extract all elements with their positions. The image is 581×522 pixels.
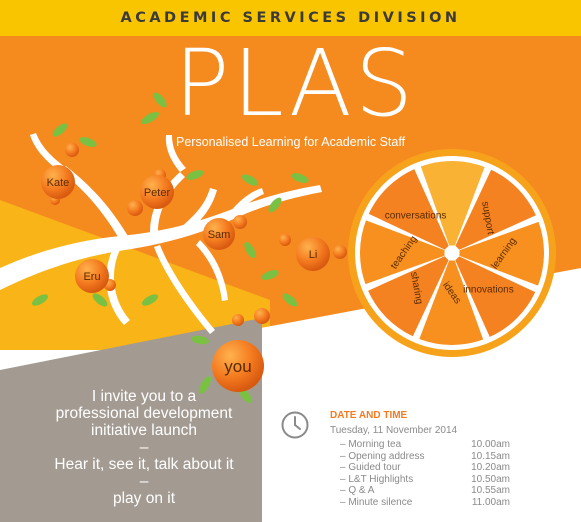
schedule-row: Guided tour 10.20am	[340, 462, 510, 474]
event-date: Tuesday, 11 November 2014	[330, 425, 458, 436]
schedule-item: Q & A	[340, 485, 374, 497]
schedule-time: 10.15am	[471, 450, 510, 462]
label-sam: Sam	[208, 229, 231, 241]
label-kate: Kate	[47, 177, 70, 189]
invite-line-3: initiative launch	[91, 422, 197, 439]
fruit-li: Li	[296, 237, 330, 271]
schedule-item: Morning tea	[340, 439, 401, 451]
schedule-item: Opening address	[340, 451, 424, 463]
date-time-heading: DATE AND TIME	[330, 410, 408, 421]
schedule-row: Q & A 10.55am	[340, 485, 510, 497]
poster: conversations support learning innovations i…	[0, 0, 581, 522]
clock-icon	[281, 411, 309, 439]
fruit-sam: Sam	[203, 218, 235, 250]
schedule-time: 10.00am	[471, 439, 510, 450]
schedule-item: Minute silence	[340, 497, 412, 509]
label-li: Li	[309, 249, 318, 261]
schedule-row: Minute silence 11.00am	[340, 497, 510, 509]
schedule-item: Guided tour	[340, 462, 400, 474]
schedule-row: Morning tea 10.00am	[340, 439, 510, 451]
label-eru: Eru	[83, 271, 100, 283]
invite-line-1: I invite you to a	[91, 388, 197, 405]
schedule-list: Morning tea 10.00am Opening address 10.15am…	[340, 439, 510, 509]
schedule-row: Opening address 10.15am	[340, 451, 510, 463]
fruit-you: you	[212, 340, 264, 392]
schedule-time: 10.55am	[471, 485, 510, 497]
invite-dash-2: –	[139, 473, 149, 490]
invite-line-2: professional development	[55, 405, 233, 422]
invite-dash-1: –	[139, 439, 149, 456]
fruit-peter: Peter	[140, 175, 174, 209]
schedule-row: L&T Highlights 10.50am	[340, 474, 510, 486]
invitation-text: I invite you to a professional developme…	[20, 388, 268, 507]
label-peter: Peter	[144, 187, 171, 199]
schedule-time: 11.00am	[471, 496, 510, 508]
schedule-time: 10.20am	[471, 462, 510, 474]
invite-line-5: play on it	[112, 490, 176, 507]
schedule-time: 10.50am	[471, 473, 510, 485]
fruit-eru: Eru	[75, 259, 109, 293]
schedule-item: L&T Highlights	[340, 474, 413, 486]
fruit-kate: Kate	[41, 165, 75, 199]
invite-line-4: Hear it, see it, talk about it	[54, 456, 234, 473]
label-you: you	[224, 357, 251, 376]
